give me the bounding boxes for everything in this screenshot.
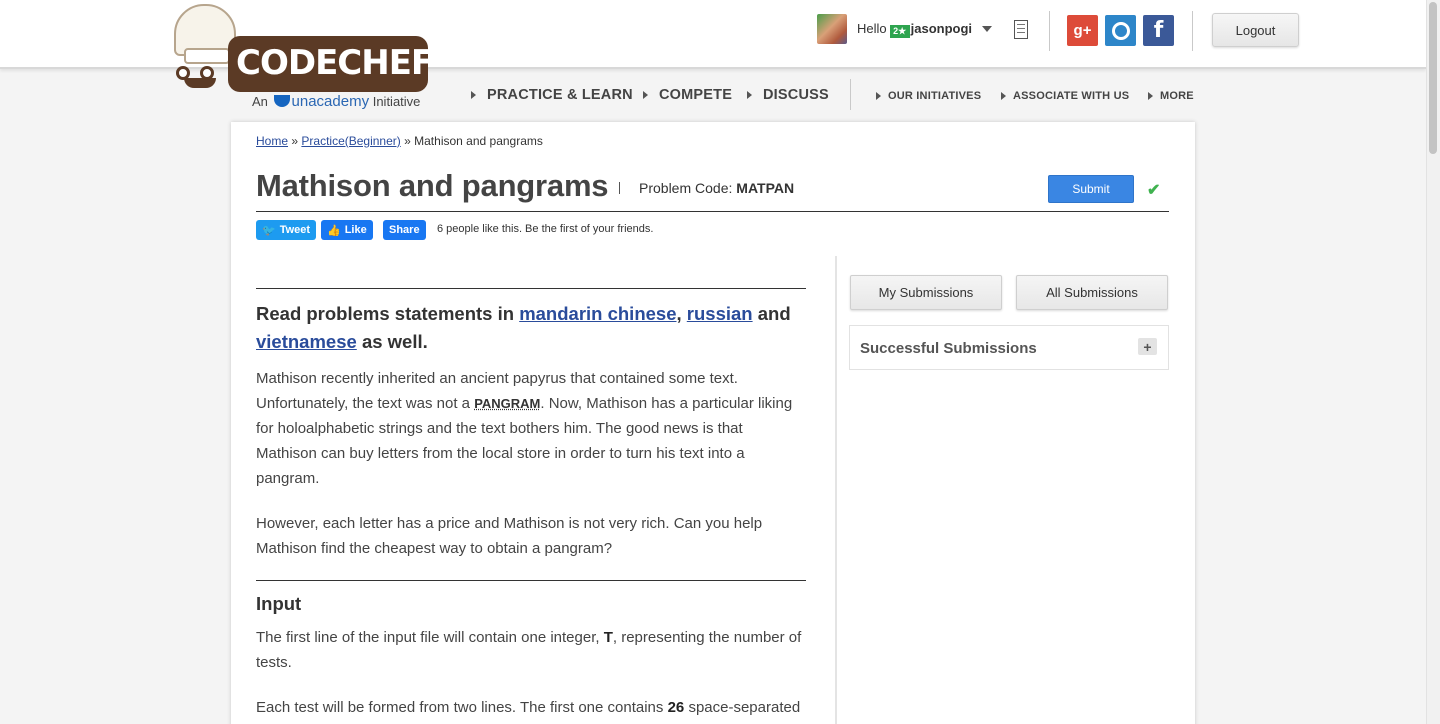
likes-count-text: 6 people like this. Be the first of your… [437, 223, 654, 235]
chevron-down-icon[interactable] [982, 26, 992, 32]
codechef-logo[interactable]: CODECHEF An unacademy Initiative [170, 4, 434, 110]
notes-icon[interactable] [1014, 20, 1028, 39]
page-scrollbar[interactable] [1426, 0, 1440, 724]
mustache-icon [184, 78, 216, 88]
nav-discuss[interactable]: DISCUSS [747, 87, 829, 103]
title-divider [619, 182, 620, 194]
nav-label: DISCUSS [763, 87, 829, 103]
tweet-label: Tweet [279, 224, 311, 236]
user-avatar[interactable] [817, 14, 847, 44]
chef-hat-icon [174, 4, 236, 64]
nav-label: OUR INITIATIVES [888, 90, 982, 102]
logo-wordmark: CODECHEF [228, 36, 434, 92]
problem-code: Problem Code: MATPAN [639, 180, 794, 196]
problem-statement: Read problems statements in mandarin chi… [256, 256, 806, 720]
nav-associate-with-us[interactable]: ASSOCIATE WITH US [1001, 90, 1129, 102]
caret-right-icon [1148, 92, 1153, 100]
unacademy-icon [273, 95, 290, 107]
logo-text: CODECHEF [236, 43, 434, 83]
problem-code-value: MATPAN [736, 180, 795, 196]
lang-separator: , [676, 303, 682, 324]
successful-submissions-panel[interactable]: Successful Submissions + [849, 325, 1169, 370]
number-26: 26 [667, 699, 685, 716]
breadcrumb-separator: » [404, 134, 411, 148]
user-greeting[interactable]: Hello 2★ jasonpogi [857, 21, 972, 38]
nav-label: MORE [1160, 90, 1194, 102]
nav-practice-learn[interactable]: PRACTICE & LEARN [471, 87, 633, 103]
google-plus-label: g+ [1073, 22, 1092, 39]
russian-link[interactable]: russian [687, 303, 753, 324]
vietnamese-link[interactable]: vietnamese [256, 331, 357, 352]
input-paragraph: The first line of the input file will co… [256, 625, 806, 675]
facebook-icon[interactable]: f [1143, 15, 1174, 46]
facebook-share-button[interactable]: Share [383, 220, 426, 240]
twitter-icon: 🐦 [262, 224, 276, 237]
nav-divider [850, 79, 851, 110]
lang-and: and [757, 303, 791, 324]
nav-label: PRACTICE & LEARN [487, 87, 633, 103]
thumbs-up-icon: 👍 [327, 224, 341, 237]
github-glyph [1111, 21, 1130, 40]
successful-submissions-label: Successful Submissions [860, 340, 1037, 357]
caret-right-icon [471, 91, 476, 99]
breadcrumb-current: Mathison and pangrams [414, 134, 543, 148]
breadcrumb-separator: » [291, 134, 299, 148]
input-heading: Input [256, 593, 302, 614]
translation-note: Read problems statements in mandarin chi… [256, 300, 806, 356]
paragraph-text: space-separated [688, 699, 801, 716]
username: jasonpogi [910, 21, 973, 36]
problem-card: Home » Practice(Beginner) » Mathison and… [231, 122, 1195, 724]
pangram-term[interactable]: PANGRAM [474, 396, 540, 411]
problem-code-label: Problem Code: [639, 180, 733, 196]
column-divider [835, 256, 837, 724]
breadcrumb: Home » Practice(Beginner) » Mathison and… [256, 134, 543, 148]
chef-face-icon [170, 60, 230, 92]
nav-label: ASSOCIATE WITH US [1013, 90, 1130, 102]
nav-compete[interactable]: COMPETE [643, 87, 732, 103]
nav-more[interactable]: MORE [1148, 90, 1194, 102]
tweet-button[interactable]: 🐦 Tweet [256, 220, 317, 240]
scrollbar-thumb[interactable] [1429, 2, 1437, 154]
tagline-prefix: An [252, 94, 268, 109]
solved-check-icon: ✔ [1147, 182, 1161, 199]
nav-label: COMPETE [659, 87, 733, 103]
facebook-label: f [1153, 18, 1164, 43]
tagline-suffix: Initiative [372, 94, 421, 109]
header-divider [1192, 11, 1193, 51]
section-rule [256, 580, 806, 581]
input-paragraph: Each test will be formed from two lines.… [256, 695, 806, 720]
paragraph-text: The first line of the input file will co… [256, 629, 600, 646]
statement-paragraph: Mathison recently inherited an ancient p… [256, 366, 806, 491]
title-rule [256, 211, 1169, 212]
logo-tagline: An unacademy Initiative [252, 93, 420, 110]
submit-button[interactable]: Submit [1048, 175, 1134, 203]
breadcrumb-home-link[interactable]: Home [256, 134, 288, 148]
variable-t: T [603, 629, 613, 646]
like-label: Like [344, 224, 367, 236]
problem-title: Mathison and pangrams [256, 168, 609, 203]
header-divider [1049, 11, 1050, 51]
facebook-like-button[interactable]: 👍 Like [321, 220, 373, 240]
section-rule [256, 288, 806, 289]
caret-right-icon [747, 91, 752, 99]
all-submissions-button[interactable]: All Submissions [1016, 275, 1168, 310]
tagline-brand: unacademy [291, 93, 370, 110]
paragraph-text: Each test will be formed from two lines.… [256, 699, 664, 716]
expand-plus-icon[interactable]: + [1138, 338, 1157, 355]
lang-outro: as well. [361, 331, 428, 352]
breadcrumb-practice-link[interactable]: Practice(Beginner) [301, 134, 400, 148]
my-submissions-button[interactable]: My Submissions [850, 275, 1002, 310]
caret-right-icon [643, 91, 648, 99]
nav-our-initiatives[interactable]: OUR INITIATIVES [876, 90, 981, 102]
rating-badge: 2★ [889, 25, 910, 38]
google-plus-icon[interactable]: g+ [1067, 15, 1098, 46]
caret-right-icon [876, 92, 881, 100]
caret-right-icon [1001, 92, 1006, 100]
logout-button[interactable]: Logout [1212, 13, 1299, 47]
mandarin-chinese-link[interactable]: mandarin chinese [519, 303, 676, 324]
statement-paragraph: However, each letter has a price and Mat… [256, 515, 763, 557]
lang-intro: Read problems statements in [256, 303, 515, 324]
greeting-text: Hello [857, 21, 887, 36]
github-icon[interactable] [1105, 15, 1136, 46]
